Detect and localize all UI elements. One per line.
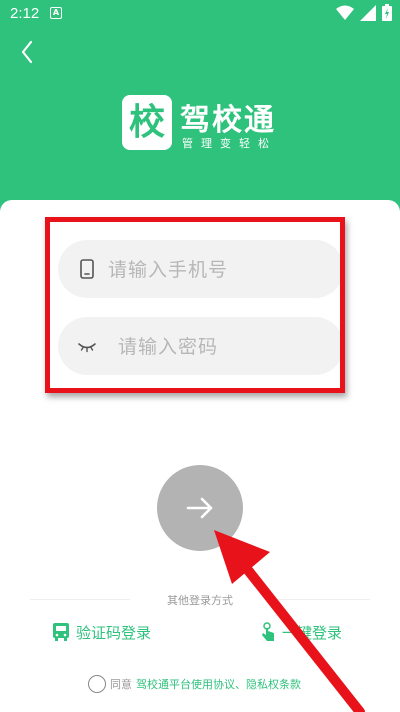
sms-icon — [53, 623, 69, 641]
agreement-row: 同意 驾校通平台使用协议、隐私权条款 — [88, 674, 301, 694]
status-bar: 2:12 A — [0, 0, 400, 28]
other-login-text: 其他登录方式 — [167, 594, 233, 607]
onekey-login-button[interactable]: 一键登录 — [260, 620, 342, 644]
login-submit-button[interactable] — [157, 465, 243, 551]
sms-login-button[interactable]: 验证码登录 — [52, 620, 151, 644]
highlight-box — [45, 217, 345, 393]
tap-icon — [262, 622, 274, 641]
agree-checkbox[interactable] — [88, 675, 106, 693]
agree-prefix: 同意 — [110, 678, 132, 691]
notification-icon: A — [50, 7, 62, 19]
status-icons — [336, 4, 392, 21]
signal-icon — [360, 4, 376, 21]
arrow-right-icon — [186, 497, 213, 519]
divider-line-right — [270, 599, 370, 600]
back-button[interactable] — [14, 38, 42, 66]
wifi-icon — [336, 5, 354, 20]
brand-name: 驾校通 — [180, 103, 276, 138]
onekey-login-label: 一键登录 — [282, 623, 343, 642]
brand-slogan: 管理变轻松 — [182, 137, 277, 150]
battery-icon — [382, 4, 392, 21]
agreement-links[interactable]: 驾校通平台使用协议、隐私权条款 — [136, 676, 301, 692]
back-icon — [21, 40, 33, 64]
other-login-divider: 其他登录方式 — [30, 592, 370, 607]
app-logo: 校 驾校通 管理变轻松 — [122, 95, 282, 153]
status-time: 2:12 — [10, 5, 40, 22]
sms-login-label: 验证码登录 — [76, 623, 152, 642]
logo-tile: 校 — [122, 95, 172, 150]
